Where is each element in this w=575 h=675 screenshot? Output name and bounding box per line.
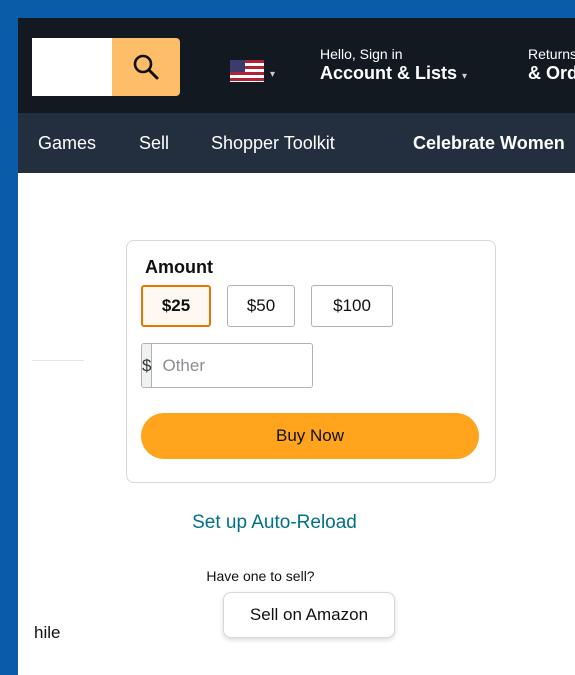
amount-heading: Amount (145, 257, 213, 277)
nav-item-games[interactable]: Games (38, 133, 96, 154)
other-amount-input[interactable] (152, 344, 312, 387)
partial-text: hile (34, 623, 61, 642)
returns-orders-link[interactable]: Returns & Orders (528, 46, 575, 84)
sell-on-amazon-button[interactable]: Sell on Amazon (223, 592, 395, 638)
search-button[interactable] (112, 38, 180, 96)
amount-25-button[interactable]: $25 (141, 285, 211, 327)
have-one-to-sell-text: Have one to sell? (206, 568, 315, 584)
language-selector[interactable]: ▾ (230, 60, 275, 82)
nav-bar: Games Sell Shopper Toolkit Celebrate Wom… (18, 113, 575, 173)
auto-reload-link[interactable]: Set up Auto-Reload (18, 512, 553, 534)
amount-50-button[interactable]: $50 (227, 285, 295, 327)
account-greeting: Hello, Sign in (320, 46, 403, 62)
nav-item-shopper-toolkit[interactable]: Shopper Toolkit (211, 133, 335, 154)
nav-item-sell[interactable]: Sell (139, 133, 169, 154)
us-flag-icon (230, 60, 264, 82)
buy-now-button[interactable]: Buy Now (141, 413, 479, 459)
nav-item-celebrate-women[interactable]: Celebrate Women (413, 133, 565, 154)
purchase-card: Amount $25 $50 $100 $ Buy Now (126, 240, 496, 483)
orders-label: & Orders (528, 63, 575, 83)
top-header: ▾ Hello, Sign in Account & Lists ▾ Retur… (18, 18, 575, 113)
account-lists-label: Account & Lists ▾ (320, 63, 468, 83)
account-lists-menu[interactable]: Hello, Sign in Account & Lists ▾ (320, 46, 467, 88)
currency-symbol: $ (142, 344, 153, 387)
chevron-down-icon: ▾ (270, 68, 276, 80)
page-frame: ▾ Hello, Sign in Account & Lists ▾ Retur… (18, 18, 575, 675)
divider (32, 360, 84, 361)
other-amount-group: $ (141, 343, 313, 388)
amount-100-button[interactable]: $100 (311, 285, 393, 327)
returns-label: Returns (528, 46, 575, 62)
chevron-down-icon: ▾ (462, 71, 468, 82)
search-input[interactable] (32, 38, 112, 96)
search-icon (133, 54, 159, 80)
